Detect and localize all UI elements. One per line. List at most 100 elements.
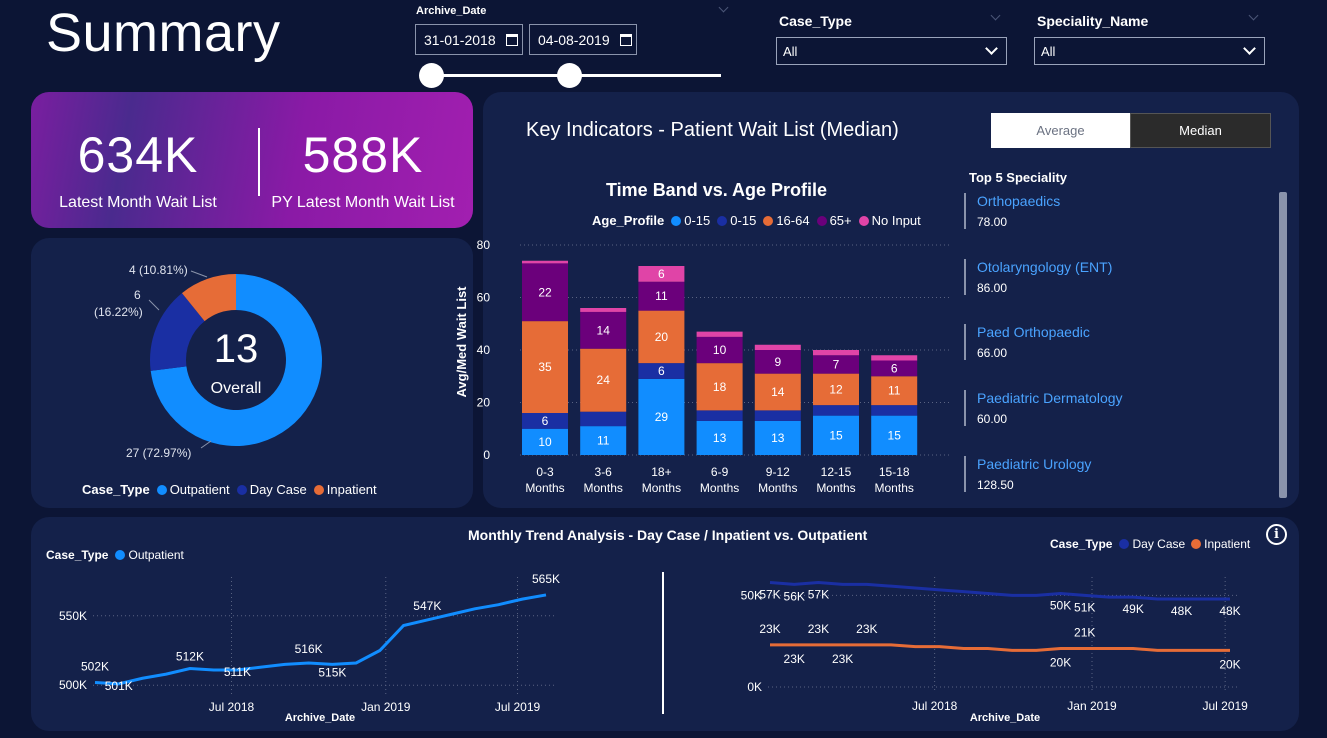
speciality-collapse-icon[interactable] bbox=[1248, 10, 1259, 21]
bar-segment-0-15[interactable] bbox=[754, 410, 801, 421]
legend-dot-16-64 bbox=[763, 215, 774, 226]
trend-x-tick-label: Jul 2019 bbox=[495, 700, 541, 714]
trend-y-tick-label: 0K bbox=[747, 680, 762, 694]
top5-item[interactable]: Paediatric Urology 128.50 bbox=[964, 455, 1254, 492]
top5-item-name[interactable]: Orthopaedics bbox=[977, 193, 1254, 209]
bar-segment-0-15[interactable] bbox=[871, 405, 918, 416]
legend-item-0-15[interactable]: 0-15 bbox=[684, 213, 710, 228]
legend-item-no-input[interactable]: No Input bbox=[872, 213, 921, 228]
start-date-input[interactable]: 31-01-2018 bbox=[415, 24, 523, 55]
bar-y-tick-label: 60 bbox=[477, 291, 491, 305]
median-toggle-button[interactable]: Median bbox=[1130, 113, 1271, 148]
top5-item[interactable]: Otolaryngology (ENT) 86.00 bbox=[964, 258, 1254, 295]
bar-segment-no-input[interactable] bbox=[522, 260, 568, 264]
bar-segment-0-15[interactable] bbox=[813, 405, 859, 416]
trend-right-legend-title: Case_Type bbox=[1050, 537, 1113, 551]
legend-item-daycase[interactable]: Day Case bbox=[250, 482, 307, 497]
top5-item-value: 128.50 bbox=[977, 477, 1014, 492]
bar-x-tick-label: Months bbox=[584, 481, 623, 495]
speciality-filter-label: Speciality_Name bbox=[1037, 13, 1149, 29]
donut-label-daycase-pct: (16.22%) bbox=[94, 305, 143, 319]
calendar-icon[interactable] bbox=[619, 33, 632, 46]
chevron-down-icon[interactable] bbox=[985, 42, 998, 55]
trend-data-label: 57K bbox=[808, 588, 829, 602]
bar-x-tick-label: 12-15 bbox=[821, 465, 852, 479]
legend-dot-daycase bbox=[1119, 539, 1130, 549]
bar-data-label: 9 bbox=[774, 355, 781, 369]
trend-data-label: 20K bbox=[1219, 657, 1240, 671]
legend-dot-65-plus bbox=[816, 215, 827, 226]
bar-data-label: 11 bbox=[888, 384, 901, 398]
top5-scrollbar[interactable] bbox=[1279, 192, 1287, 498]
daycase-inpatient-trend-chart: Archive_Date 0K 50K Jul 2018 Jan 2019 Jul 20… bbox=[741, 577, 1248, 724]
donut-leader-line bbox=[190, 270, 208, 278]
top5-item[interactable]: Paediatric Dermatology 60.00 bbox=[964, 390, 1254, 427]
legend-item-inpatient[interactable]: Inpatient bbox=[327, 482, 377, 497]
trend-data-label: 51K bbox=[1074, 600, 1095, 614]
bar-segment-no-input[interactable] bbox=[871, 355, 918, 361]
trend-data-label: 23K bbox=[784, 652, 805, 666]
trend-line-inpatient[interactable] bbox=[770, 643, 1230, 652]
bar-segment-no-input[interactable] bbox=[696, 331, 743, 337]
top5-item[interactable]: Paed Orthopaedic 66.00 bbox=[964, 324, 1254, 361]
top5-item-name[interactable]: Paediatric Dermatology bbox=[977, 390, 1254, 406]
archive-date-label: Archive_Date bbox=[416, 5, 487, 17]
archive-date-collapse-icon[interactable] bbox=[718, 2, 729, 13]
top5-item-name[interactable]: Paediatric Urology bbox=[977, 456, 1254, 472]
legend-item-outpatient[interactable]: Outpatient bbox=[128, 548, 183, 562]
speciality-selected-value: All bbox=[1041, 43, 1056, 59]
trend-data-label: 565K bbox=[532, 572, 560, 586]
legend-item-16-64[interactable]: 16-64 bbox=[776, 213, 809, 228]
bar-y-tick-label: 40 bbox=[477, 343, 491, 357]
speciality-select[interactable]: All bbox=[1034, 37, 1265, 65]
bar-segment-no-input[interactable] bbox=[580, 308, 627, 312]
outpatient-trend-chart: Archive_Date 500K 550K Jul 2018 Jan 2019 Jul… bbox=[59, 572, 560, 724]
bar-segment-no-input[interactable] bbox=[813, 350, 859, 356]
bar-x-tick-label: Months bbox=[525, 481, 564, 495]
latest-wait-list-value: 634K bbox=[77, 127, 199, 183]
date-slider-end-handle[interactable] bbox=[557, 63, 582, 88]
legend-dot-outpatient bbox=[156, 484, 167, 495]
legend-dot-inpatient bbox=[313, 484, 324, 495]
trend-right-legend: Case_Type Day Case Inpatient bbox=[1050, 537, 1250, 551]
bar-segment-0-15[interactable] bbox=[580, 411, 627, 427]
calendar-icon[interactable] bbox=[505, 33, 518, 46]
bar-x-tick-label: Months bbox=[700, 481, 739, 495]
bar-data-label: 6 bbox=[658, 267, 665, 281]
trend-data-label: 511K bbox=[224, 665, 251, 679]
date-slider-start-handle[interactable] bbox=[419, 63, 444, 88]
legend-item-65-plus[interactable]: 65+ bbox=[830, 213, 852, 228]
trend-data-label: 23K bbox=[759, 622, 780, 636]
info-icon[interactable]: i bbox=[1266, 524, 1287, 545]
trend-data-label: 547K bbox=[413, 599, 441, 613]
legend-item-outpatient[interactable]: Outpatient bbox=[170, 482, 230, 497]
bar-segment-0-15[interactable] bbox=[696, 410, 743, 421]
top5-item[interactable]: Orthopaedics 78.00 bbox=[964, 193, 1254, 229]
bar-x-tick-label: Months bbox=[875, 481, 914, 495]
bar-data-label: 35 bbox=[538, 360, 552, 374]
legend-item-inpatient[interactable]: Inpatient bbox=[1204, 537, 1250, 551]
bar-y-tick-label: 80 bbox=[477, 238, 491, 252]
case-type-selected-value: All bbox=[783, 43, 798, 59]
legend-item-daycase[interactable]: Day Case bbox=[1132, 537, 1185, 551]
trend-data-label: 23K bbox=[808, 622, 829, 636]
bar-x-tick-label: 9-12 bbox=[766, 465, 790, 479]
bar-data-label: 11 bbox=[655, 289, 668, 303]
case-type-select[interactable]: All bbox=[776, 37, 1007, 65]
trend-data-label: 516K bbox=[295, 642, 323, 656]
trend-line-day-case[interactable] bbox=[769, 580, 1230, 601]
trend-data-label: 512K bbox=[176, 650, 204, 664]
top5-item-name[interactable]: Paed Orthopaedic bbox=[977, 324, 1254, 340]
chevron-down-icon[interactable] bbox=[1243, 42, 1256, 55]
donut-chart: 13 Overall 4 (10.81%) 6 (16.22%) 27 (72.… bbox=[94, 263, 323, 460]
top5-item-name[interactable]: Otolaryngology (ENT) bbox=[977, 259, 1254, 275]
trend-data-label: 502K bbox=[81, 659, 109, 673]
case-type-collapse-icon[interactable] bbox=[990, 10, 1001, 21]
donut-leader-line bbox=[148, 299, 160, 311]
bar-segment-no-input[interactable] bbox=[754, 344, 801, 350]
legend-item-0-15-b[interactable]: 0-15 bbox=[730, 213, 756, 228]
trend-data-label: 49K bbox=[1122, 602, 1143, 616]
average-toggle-button[interactable]: Average bbox=[991, 113, 1130, 148]
bar-legend-title: Age_Profile bbox=[592, 213, 665, 228]
end-date-input[interactable]: 04-08-2019 bbox=[529, 24, 637, 55]
